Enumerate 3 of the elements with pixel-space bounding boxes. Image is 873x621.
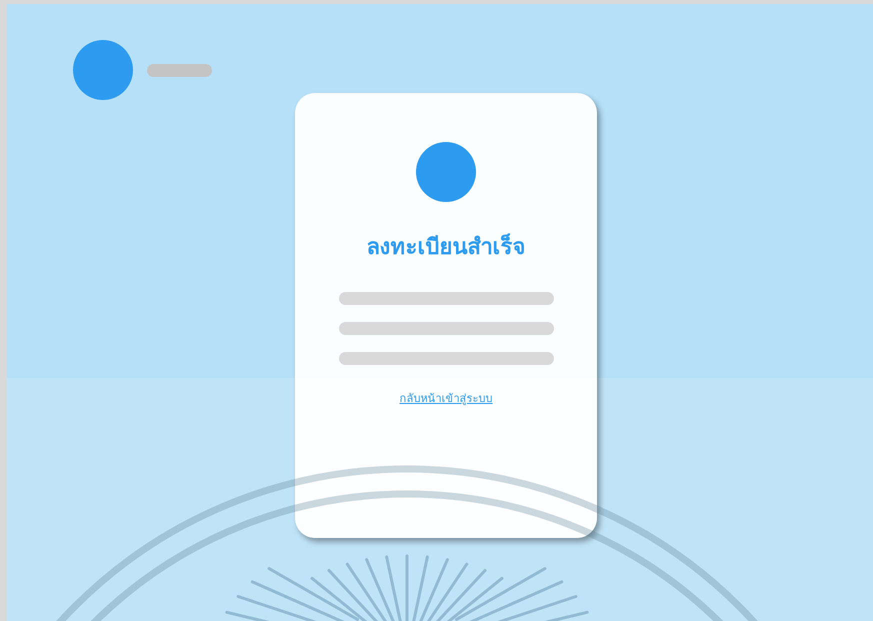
card-title: ลงทะเบียนสำเร็จ [366, 232, 526, 261]
login-link[interactable]: กลับหน้าเข้าสู่ระบบ [400, 392, 492, 406]
placeholder-bar [147, 64, 212, 76]
